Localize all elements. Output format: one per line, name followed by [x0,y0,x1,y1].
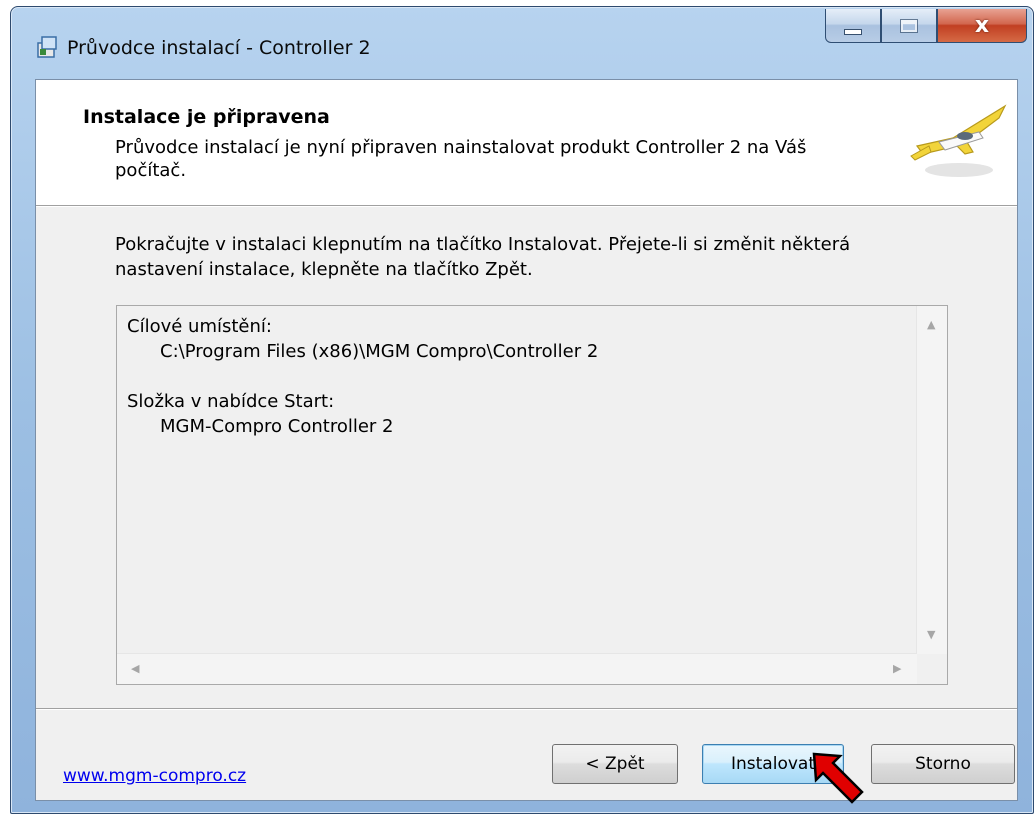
summary-spacer [127,364,598,389]
horizontal-scrollbar[interactable]: ◀ ▶ [117,653,917,684]
vertical-scrollbar[interactable]: ▲ ▼ [916,306,947,656]
title-bar[interactable]: Průvodce instalací - Controller 2 x [11,7,1033,77]
installer-icon [37,36,57,58]
settings-summary-box[interactable]: Cílové umístění: C:\Program Files (x86)\… [116,305,948,685]
minimize-icon [844,28,862,35]
summary-content: Cílové umístění: C:\Program Files (x86)\… [127,314,598,439]
close-icon: x [974,13,990,38]
start-menu-value: MGM-Compro Controller 2 [160,416,394,437]
scroll-up-icon[interactable]: ▲ [927,318,935,331]
scroll-down-icon[interactable]: ▼ [927,628,935,641]
footer-divider [36,708,1017,710]
destination-label: Cílové umístění: [127,316,272,337]
minimize-button[interactable] [825,9,881,43]
scroll-right-icon[interactable]: ▶ [893,662,901,675]
start-menu-label: Složka v nabídce Start: [127,391,335,412]
page-description: Průvodce instalací je nyní připraven nai… [115,137,807,181]
airplane-icon [910,104,1007,177]
page-title: Instalace je připravena [83,106,330,128]
maximize-button[interactable] [881,9,937,43]
cancel-button[interactable]: Storno [871,744,1015,784]
caption-buttons: x [825,9,1027,45]
wizard-client-area: Instalace je připravena Průvodce instala… [35,79,1018,801]
wizard-header: Instalace je připravena Průvodce instala… [36,80,1017,207]
window-title: Průvodce instalací - Controller 2 [67,37,371,59]
destination-value: C:\Program Files (x86)\MGM Compro\Contro… [160,341,599,362]
scrollbar-corner [917,654,947,684]
scroll-left-icon[interactable]: ◀ [131,662,139,675]
back-button[interactable]: < Zpět [552,744,678,784]
instructions-text: Pokračujte v instalaci klepnutím na tlač… [115,234,851,280]
close-button[interactable]: x [937,9,1027,43]
website-link[interactable]: www.mgm-compro.cz [63,766,246,786]
installer-window: Průvodce instalací - Controller 2 x Inst… [10,6,1034,814]
red-arrow-icon [812,752,864,804]
maximize-icon [900,18,918,33]
